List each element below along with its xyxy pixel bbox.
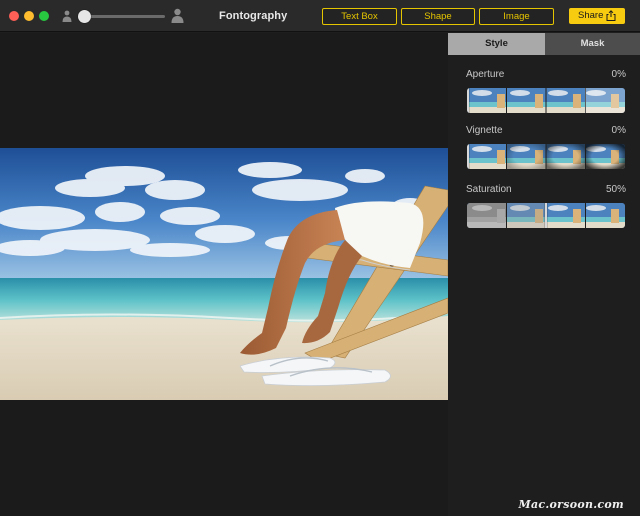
vignette-label: Vignette (466, 125, 503, 136)
tab-style[interactable]: Style (448, 33, 545, 55)
vignette-filmstrip[interactable] (467, 144, 625, 169)
saturation-label: Saturation (466, 184, 512, 195)
image-button[interactable]: Image (479, 8, 554, 25)
watermark: Mac.orsoon.com (518, 498, 624, 511)
title-bar: Fontography Text Box Shape Image Share (0, 0, 640, 32)
aperture-filmstrip[interactable] (467, 88, 625, 113)
shape-button[interactable]: Shape (401, 8, 475, 25)
saturation-value: 50% (605, 184, 626, 195)
beach-photo[interactable] (0, 148, 448, 400)
vignette-value: 0% (611, 125, 626, 136)
vignette-marker[interactable] (467, 144, 469, 169)
tab-mask[interactable]: Mask (545, 33, 640, 55)
zoom-slider-knob[interactable] (78, 10, 91, 23)
aperture-value: 0% (611, 69, 626, 80)
saturation-filmstrip[interactable] (467, 203, 625, 228)
app-title: Fontography (219, 10, 288, 22)
close-window-button[interactable] (9, 11, 19, 21)
style-panel: Style Mask Aperture 0% Vignette 0% Satur… (448, 33, 640, 516)
aperture-thumbnails (467, 88, 625, 113)
vignette-thumbnails (467, 144, 625, 169)
person-large-icon (171, 8, 184, 23)
person-small-icon (62, 10, 72, 22)
aperture-label: Aperture (466, 69, 505, 80)
share-button[interactable]: Share (569, 8, 625, 24)
zoom-slider-track[interactable] (80, 15, 165, 18)
aperture-marker[interactable] (467, 88, 469, 113)
maximize-window-button[interactable] (39, 11, 49, 21)
saturation-marker[interactable] (545, 203, 547, 228)
minimize-window-button[interactable] (24, 11, 34, 21)
text-box-button[interactable]: Text Box (322, 8, 397, 25)
share-label: Share (578, 10, 604, 21)
share-icon (606, 10, 616, 21)
